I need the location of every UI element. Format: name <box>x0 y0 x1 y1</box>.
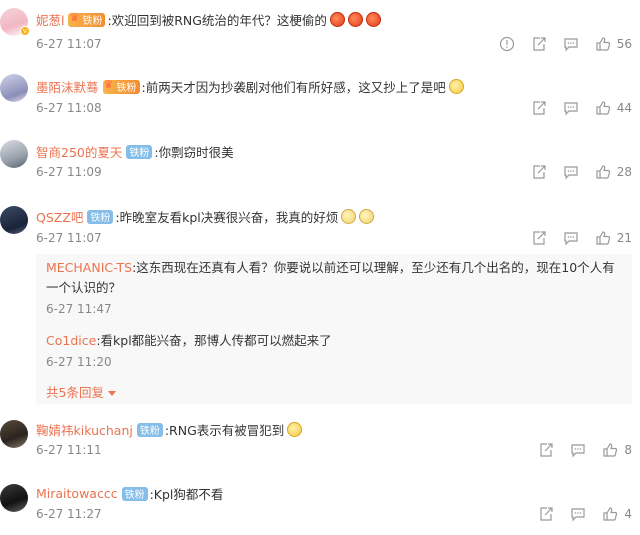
avatar[interactable] <box>0 74 28 102</box>
comment-item: 鞠婧祎kikuchanj 铁粉 :RNG表示有被冒犯到 6-27 11:11 8 <box>0 412 640 472</box>
comment-item: 墨陌沫默蓦 铁粉 :前两天才因为抄袭剧对他们有所好感，这又抄上了是吧 6-27 … <box>0 66 640 126</box>
like-button[interactable]: 21 <box>595 230 632 246</box>
sweat-emoji-icon <box>287 422 303 437</box>
comment-time: 6-27 11:07 <box>36 37 102 51</box>
reply-username-link[interactable]: MECHANIC-TS <box>46 260 132 275</box>
comment-icon[interactable] <box>563 100 579 116</box>
like-icon <box>595 230 611 246</box>
comment-item: v 妮葱l 铁粉 :欢迎回到被RNG统治的年代？这梗偷的 6-27 11:07 … <box>0 0 640 60</box>
avatar[interactable] <box>0 484 28 512</box>
reply-username-link[interactable]: Co1dice <box>46 333 96 348</box>
comment-text: :Kpl狗都不看 <box>149 487 224 502</box>
share-icon[interactable] <box>531 164 547 180</box>
like-button[interactable]: 8 <box>602 442 632 458</box>
comment-time: 6-27 11:08 <box>36 101 102 115</box>
reply-text: :看kpl都能兴奋，那博人传都可以燃起来了 <box>96 333 332 348</box>
avatar[interactable] <box>0 420 28 448</box>
verified-icon: v <box>20 26 30 36</box>
share-icon[interactable] <box>531 100 547 116</box>
comment-text: :昨晚室友看kpl决赛很兴奋，我真的好烦 <box>115 210 339 225</box>
like-button[interactable]: 4 <box>602 506 632 522</box>
angry-emoji-icon <box>329 12 345 27</box>
like-button[interactable]: 44 <box>595 100 632 116</box>
report-icon[interactable] <box>499 36 515 52</box>
reply-item: MECHANIC-TS:这东西现在还真有人看？你要说以前还可以理解，至少还有几个… <box>46 258 626 298</box>
reply-list: MECHANIC-TS:这东西现在还真有人看？你要说以前还可以理解，至少还有几个… <box>36 254 632 404</box>
username-link[interactable]: 妮葱l <box>36 10 64 29</box>
angry-emoji-icon <box>347 12 363 27</box>
like-button[interactable]: 28 <box>595 164 632 180</box>
reply-text: 一个认识的？ <box>46 280 122 295</box>
comment-time: 6-27 11:11 <box>36 443 102 457</box>
comment-icon[interactable] <box>563 230 579 246</box>
comment-text: :欢迎回到被RNG统治的年代？这梗偷的 <box>107 13 327 28</box>
like-icon <box>602 506 618 522</box>
fan-badge: 铁粉 <box>87 209 114 224</box>
username-link[interactable]: Miraitowaccc <box>36 486 118 501</box>
comment-text: :RNG表示有被冒犯到 <box>164 423 285 438</box>
like-icon <box>595 36 611 52</box>
comment-time: 6-27 11:09 <box>36 165 102 179</box>
comment-icon[interactable] <box>570 442 586 458</box>
comment-icon[interactable] <box>563 164 579 180</box>
share-icon[interactable] <box>531 36 547 52</box>
more-replies-link[interactable]: 共5条回复 <box>46 382 116 401</box>
username-link[interactable]: QSZZ吧 <box>36 207 83 226</box>
comment-time: 6-27 11:07 <box>36 231 102 245</box>
share-icon[interactable] <box>531 230 547 246</box>
like-count: 56 <box>616 37 632 51</box>
comment-text: :你剽窃时很美 <box>154 145 234 160</box>
comment-item: 智商250的夏天 铁粉 :你剽窃时很美 6-27 11:09 28 <box>0 132 640 192</box>
reply-time: 6-27 11:47 <box>46 302 112 316</box>
reply-text: :这东西现在还真有人看？你要说以前还可以理解，至少还有几个出名的，现在10个人有 <box>132 260 615 275</box>
sad-emoji-icon <box>341 209 357 224</box>
laugh-emoji-icon <box>448 79 464 94</box>
fan-badge: 铁粉 <box>121 486 148 501</box>
like-icon <box>595 164 611 180</box>
angry-emoji-icon <box>365 12 381 27</box>
comment-time: 6-27 11:27 <box>36 507 102 521</box>
username-link[interactable]: 鞠婧祎kikuchanj <box>36 420 133 439</box>
share-icon[interactable] <box>538 442 554 458</box>
comment-item: QSZZ吧 铁粉 :昨晚室友看kpl决赛很兴奋，我真的好烦 6-27 11:07… <box>0 198 640 408</box>
comment-text: :前两天才因为抄袭剧对他们有所好感，这又抄上了是吧 <box>141 80 446 95</box>
comment-icon[interactable] <box>563 36 579 52</box>
like-icon <box>595 100 611 116</box>
avatar[interactable] <box>0 140 28 168</box>
sad-emoji-icon <box>359 209 375 224</box>
like-icon <box>602 442 618 458</box>
comment-item: Miraitowaccc 铁粉 :Kpl狗都不看 6-27 11:27 4 <box>0 476 640 534</box>
reply-item: Co1dice:看kpl都能兴奋，那博人传都可以燃起来了 <box>46 330 332 349</box>
fan-badge: 铁粉 <box>102 78 140 94</box>
fan-badge: 铁粉 <box>136 422 163 437</box>
reply-time: 6-27 11:20 <box>46 355 112 369</box>
username-link[interactable]: 墨陌沫默蓦 <box>36 77 99 96</box>
like-button[interactable]: 56 <box>595 36 632 52</box>
username-link[interactable]: 智商250的夏天 <box>36 142 122 161</box>
like-count: 8 <box>624 443 632 457</box>
fan-badge: 铁粉 <box>68 11 106 27</box>
like-count: 21 <box>616 231 632 245</box>
fan-badge: 铁粉 <box>126 144 153 159</box>
comment-icon[interactable] <box>570 506 586 522</box>
like-count: 28 <box>616 165 632 179</box>
avatar[interactable] <box>0 206 28 234</box>
like-count: 44 <box>616 101 632 115</box>
like-count: 4 <box>624 507 632 521</box>
share-icon[interactable] <box>538 506 554 522</box>
